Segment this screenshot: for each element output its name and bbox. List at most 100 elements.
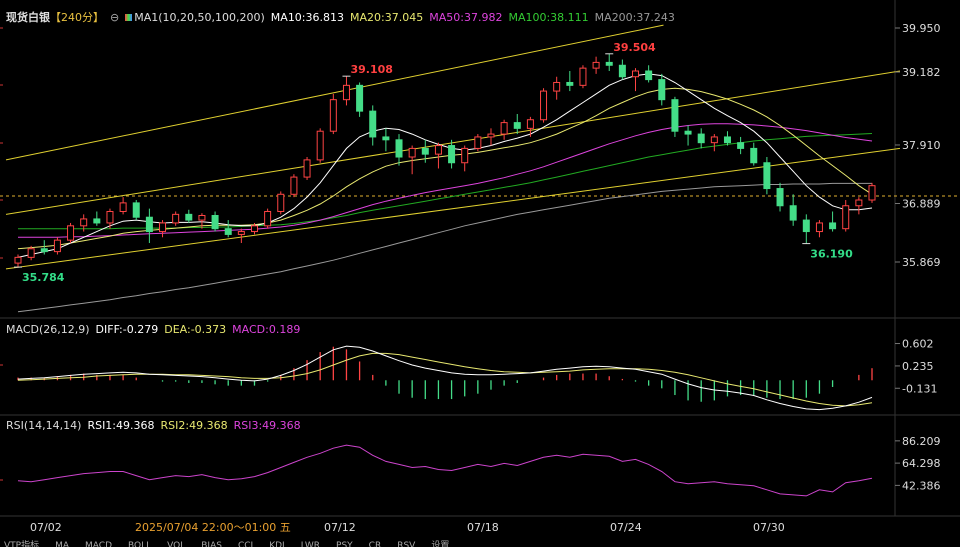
candle-body — [645, 70, 653, 81]
macd-axis-label: 0.602 — [902, 338, 934, 351]
main-chart-header: 现货白银【240分】 ⊖ MA1(10,20,50,100,200) MA10:36.… — [6, 9, 681, 25]
candle-body — [250, 225, 258, 233]
ma50-value: MA50:37.982 — [429, 11, 503, 24]
candle-body — [776, 188, 784, 207]
candle — [303, 157, 311, 180]
settings-icon[interactable]: ⊖ — [110, 11, 119, 24]
candle — [487, 128, 495, 146]
candle-body — [53, 239, 61, 253]
toolbar-item[interactable]: VOL — [167, 541, 185, 547]
candle-body — [566, 81, 574, 86]
toolbar-item[interactable]: CCI — [238, 541, 253, 547]
candle — [106, 208, 114, 229]
candle-body — [421, 147, 429, 155]
rsi-axis-label: 42.386 — [902, 479, 941, 492]
price-axis-label: 39.950 — [902, 22, 941, 35]
price-axis-label: 35.869 — [902, 256, 941, 269]
rsi-axis-label: 64.298 — [902, 457, 941, 470]
instrument-title[interactable]: 现货白银 — [6, 11, 50, 24]
candle — [237, 228, 245, 244]
candle — [290, 174, 298, 198]
candle-body — [671, 99, 679, 132]
toolbar-item[interactable]: LWR — [301, 541, 320, 547]
period-label[interactable]: 【240分】 — [50, 11, 104, 24]
candle-body — [579, 67, 587, 86]
toolbar-item[interactable]: MACD — [85, 541, 112, 547]
candle — [172, 211, 180, 226]
toolbar-item[interactable]: KDJ — [269, 541, 285, 547]
candle — [513, 114, 521, 135]
candle-body — [500, 122, 508, 135]
ma200-value: MA200:37.243 — [594, 11, 675, 24]
macd-diff: DIFF:-0.279 — [95, 323, 159, 336]
candle-body — [198, 214, 206, 221]
toolbar-item[interactable]: CR — [369, 541, 382, 547]
candle-body — [303, 159, 311, 178]
chart-canvas[interactable]: 39.108 39.504 35.784 36.190 39.950 39.182 37.9… — [0, 0, 960, 547]
toolbar-item[interactable]: VTP指标 — [4, 541, 39, 547]
candle — [802, 214, 810, 244]
toolbar-item[interactable]: PSY — [336, 541, 353, 547]
candle — [815, 220, 823, 238]
candle-body — [684, 130, 692, 135]
candle — [145, 208, 153, 244]
candle — [605, 53, 613, 72]
candle — [67, 222, 75, 244]
macd-dea: DEA:-0.373 — [164, 323, 227, 336]
toolbar-item[interactable]: BIAS — [201, 541, 222, 547]
candle-body — [119, 202, 127, 212]
rsi-line — [17, 444, 873, 497]
candle — [526, 116, 534, 137]
candle — [868, 182, 876, 203]
candle — [737, 136, 745, 155]
candle — [776, 182, 784, 212]
price-axis-label: 39.182 — [902, 66, 941, 79]
candle-body — [224, 228, 232, 235]
candle-body — [789, 205, 797, 221]
candle — [53, 237, 61, 255]
indicator-toolbar: VTP指标 MA MACD BOLL VOL BIAS CCI KDJ LWR PSY CR RSV 设… — [0, 538, 960, 547]
candle — [316, 128, 324, 163]
candle — [342, 76, 350, 106]
extreme-label: 39.108 — [350, 63, 392, 76]
candle-body — [408, 147, 416, 158]
candle-body — [106, 210, 114, 224]
candle-body — [474, 136, 482, 149]
candle — [632, 68, 640, 92]
candle-body — [658, 79, 666, 101]
candle — [540, 88, 548, 123]
candle-body — [211, 214, 219, 230]
extreme-label: 36.190 — [810, 248, 853, 261]
candle-body — [710, 136, 718, 144]
macd-axis-label: 0.235 — [902, 360, 934, 373]
candle-body — [461, 147, 469, 164]
candle — [671, 96, 679, 137]
candle — [842, 200, 850, 232]
candle — [369, 105, 377, 146]
candle — [224, 220, 232, 238]
x-axis-label: 07/02 — [30, 521, 62, 534]
candle-body — [592, 61, 600, 69]
candle — [566, 71, 574, 92]
candle — [763, 157, 771, 195]
candle-body — [159, 222, 167, 233]
candle-body — [632, 70, 640, 78]
candle — [119, 197, 127, 215]
channel-line-2 — [5, 70, 901, 215]
x-axis-label: 07/24 — [610, 521, 642, 534]
extreme-label: 39.504 — [613, 41, 656, 54]
rsi-params: RSI(14,14,14) — [6, 419, 82, 432]
candle — [211, 211, 219, 232]
toolbar-item[interactable]: RSV — [397, 541, 415, 547]
candle — [474, 134, 482, 152]
candle — [855, 197, 863, 215]
candle — [329, 93, 337, 135]
toolbar-item[interactable]: 设置 — [431, 541, 449, 547]
candle — [132, 200, 140, 221]
toolbar-item[interactable]: BOLL — [128, 541, 151, 547]
diff-line — [17, 345, 873, 411]
toolbar-item[interactable]: MA — [55, 541, 69, 547]
candle-body — [237, 231, 245, 235]
candle-body — [618, 64, 626, 78]
ma20-value: MA20:37.045 — [350, 11, 424, 24]
